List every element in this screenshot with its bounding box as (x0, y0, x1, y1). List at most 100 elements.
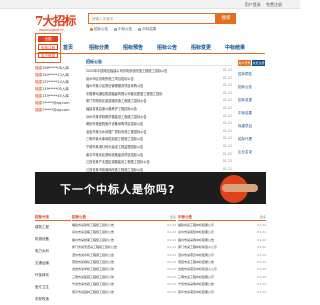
list-item[interactable]: 龙岩市某学校工程施工招标公告 01-22 (72, 265, 176, 272)
list-item[interactable]: 莆田市某医院医疗设备采购项目招标公告 01-22 (86, 119, 232, 127)
nav-item-notice[interactable]: 招标公告 (157, 44, 177, 51)
list-item-title[interactable]: 莆田市某绿化工程施工招标公告 (72, 260, 154, 264)
sidebar-link[interactable]: 招标公告 (238, 81, 266, 94)
more-link[interactable]: 更多 (260, 215, 266, 219)
list-item-title[interactable]: 2020年中国电信福建公司供电系统改造工程施工招标公告 (86, 68, 204, 73)
list-item[interactable]: 三明市某工程中标结果公示 01-22 (178, 273, 266, 280)
list-item-title[interactable]: 福建省某工程中标结果公示 (178, 223, 246, 227)
list-item[interactable]: 中国移动通信集团福建有限公司基站配套工程施工招标 01-22 (86, 89, 232, 97)
search-input[interactable]: 请输入关键词 (88, 13, 216, 24)
sidebar-link[interactable]: 中标结果 (238, 107, 266, 120)
list-item[interactable]: 龙岩市某项目中标候选人公示 01-22 (178, 265, 266, 272)
nav-item-home[interactable]: 首页 (63, 44, 73, 51)
list-item-title[interactable]: 泉州市区供电所施工项目招标公告 (86, 76, 204, 81)
promo-banner[interactable]: 下一个中标人是你吗? (35, 172, 266, 204)
list-item[interactable]: 福建省某建筑工程施工招标公告 01-22 (72, 221, 176, 228)
list-item-title[interactable]: 莆田市某医院医疗设备采购项目招标公告 (86, 121, 204, 126)
category-item[interactable]: 环保绿化 (35, 269, 71, 281)
radio-award-result[interactable]: 中标结果 (138, 27, 156, 32)
category-item[interactable]: 机械设备 (35, 233, 71, 245)
list-item[interactable]: 龙岩市某污水处理厂提标改造工程招标公告 01-22 (86, 127, 232, 135)
list-item[interactable]: 泉州市某道路工程施工招标公告 01-22 (72, 228, 176, 235)
list-item[interactable]: 泉州市某项目中标结果公示 01-22 (178, 228, 266, 235)
list-item[interactable]: 江西省某产业园区道路建设工程施工招标公告 01-22 (86, 157, 232, 165)
nav-item-result[interactable]: 中标结果 (225, 44, 245, 51)
list-item-title[interactable]: 莆田市某工程中标结果公告 (178, 260, 246, 264)
list-item[interactable]: 厦门市翔安区某道路改造工程施工招标公告 01-22 (86, 96, 232, 104)
list-item-title[interactable]: 泉州市某项目中标结果公示 (178, 230, 246, 234)
list-item-title[interactable]: 福州市某采购中标结果公告 (178, 238, 246, 242)
category-item[interactable]: 医疗卫生 (35, 281, 71, 293)
list-item[interactable]: 福建省某高速公路养护工程招标公告 01-22 (86, 104, 232, 112)
list-item[interactable]: 2020年中国电信福建公司供电系统改造工程施工招标公告 01-22 (86, 66, 232, 74)
more-link[interactable]: 更多 (170, 215, 176, 219)
list-item[interactable]: 南平市某项目中标结果公示 01-22 (178, 288, 266, 295)
list-item[interactable]: 三明市某水库除险加固工程施工招标公告 01-22 (86, 134, 232, 142)
list-item[interactable]: 福州市某桥梁工程施工招标公告 01-22 (72, 236, 176, 243)
list-item[interactable]: 漳州市某项目中标结果公示 01-22 (178, 251, 266, 258)
radio-tender-notice[interactable]: 招标公告 (90, 27, 108, 32)
list-item[interactable]: 莆田市某工程中标结果公告 01-22 (178, 258, 266, 265)
list-item[interactable]: 厦门市某安置房工程施工招标公告 01-22 (72, 243, 176, 250)
list-item[interactable]: 漳州市某水利工程施工招标公告 01-22 (72, 251, 176, 258)
list-item-title[interactable]: 龙岩市某污水处理厂提标改造工程招标公告 (86, 129, 204, 134)
sidebar-register-button[interactable]: 免费注册 (252, 60, 265, 66)
list-item[interactable]: 泉州市区供电所施工项目招标公告 01-22 (86, 74, 232, 82)
list-item[interactable]: 漳州市某学校教学楼建设工程施工招标公告 01-22 (86, 112, 232, 120)
list-item[interactable]: 宁德市某市政工程施工招标公告 01-22 (72, 280, 176, 287)
login-link[interactable]: 用户登录 (245, 2, 261, 7)
list-item-title[interactable]: 南平市某园林工程施工招标公告 (72, 290, 154, 294)
register-link[interactable]: 免费注册 (266, 2, 282, 7)
nav-item-category[interactable]: 招标分类 (89, 44, 109, 51)
list-item-title[interactable]: 漳州市某学校教学楼建设工程施工招标公告 (86, 114, 204, 119)
list-item-title[interactable]: 三明市某医院工程施工招标公告 (72, 275, 154, 279)
category-item[interactable]: 建筑工程 (35, 221, 71, 233)
list-item[interactable]: 福州市某小区物业管理服务项目采购公告 01-22 (86, 81, 232, 89)
sidebar-login-button[interactable]: 用户登录 (238, 60, 251, 66)
list-item-title[interactable]: 南平市某项目中标结果公示 (178, 290, 246, 294)
list-item-title[interactable]: 厦门市翔安区某道路改造工程施工招标公告 (86, 98, 204, 103)
sidebar-link[interactable]: 招标预告 (238, 68, 266, 81)
region-all-button[interactable]: 全国 (38, 36, 58, 42)
nav-item-change[interactable]: 招标变更 (191, 44, 211, 51)
nav-item-preview[interactable]: 招标预告 (123, 44, 143, 51)
list-item[interactable]: 南平市某景区基础设施建设项目招标公告 01-22 (86, 150, 232, 158)
list-item[interactable]: 莆田市某绿化工程施工招标公告 01-22 (72, 258, 176, 265)
category-item[interactable]: 交通运输 (35, 257, 71, 269)
list-item[interactable]: 福建省某工程中标结果公示 01-22 (178, 221, 266, 228)
radio-award-notice[interactable]: 中标公告 (114, 27, 132, 32)
list-item-title[interactable]: 宁德市某采购中标结果公告 (178, 282, 246, 286)
sidebar-link[interactable]: 招标变更 (238, 94, 266, 107)
list-item-title[interactable]: 宁德市某市政工程施工招标公告 (72, 282, 154, 286)
list-item-title[interactable]: 泉州市某道路工程施工招标公告 (72, 230, 154, 234)
list-item[interactable]: 福州市某采购中标结果公告 01-22 (178, 236, 266, 243)
list-item[interactable]: 宁德市某港口码头建设工程监理招标公告 01-22 (86, 142, 232, 150)
list-item-title[interactable]: 三明市某水库除险加固工程施工招标公告 (86, 136, 204, 141)
list-item-title[interactable]: 厦门市某安置房工程施工招标公告 (72, 245, 154, 249)
list-item-title[interactable]: 厦门市某工程中标候选人公示 (178, 245, 246, 249)
list-item-title[interactable]: 宁德市某港口码头建设工程监理招标公告 (86, 144, 204, 149)
list-item[interactable]: 宁德市某采购中标结果公告 01-22 (178, 280, 266, 287)
category-item[interactable]: 电力水利 (35, 245, 71, 257)
list-item-title[interactable]: 福州市某桥梁工程施工招标公告 (72, 238, 154, 242)
region-register-button[interactable]: 免费注册 (38, 44, 58, 50)
list-item[interactable]: 南平市某园林工程施工招标公告 01-22 (72, 288, 176, 295)
list-item-title[interactable]: 福州市某小区物业管理服务项目采购公告 (86, 83, 204, 88)
list-item-title[interactable]: 福建省某建筑工程施工招标公告 (72, 223, 154, 227)
list-item-title[interactable]: 江西省某市政管网改造工程施工招标公告 (86, 167, 204, 172)
list-item-title[interactable]: 龙岩市某学校工程施工招标公告 (72, 267, 154, 271)
list-item-title[interactable]: 三明市某工程中标结果公示 (178, 275, 246, 279)
list-item[interactable]: 厦门市某工程中标候选人公示 01-22 (178, 243, 266, 250)
sidebar-link[interactable]: 拟建项目 (238, 120, 266, 133)
search-button[interactable]: 搜索 (216, 13, 236, 24)
sidebar-link[interactable]: 企业名录 (238, 146, 266, 159)
list-item-title[interactable]: 福建省某高速公路养护工程招标公告 (86, 106, 204, 111)
category-item[interactable]: 农林牧渔 (35, 293, 71, 305)
list-item-title[interactable]: 漳州市某项目中标结果公示 (178, 253, 246, 257)
list-item-title[interactable]: 南平市某景区基础设施建设项目招标公告 (86, 152, 204, 157)
list-item-title[interactable]: 中国移动通信集团福建有限公司基站配套工程施工招标 (86, 91, 204, 96)
list-item-title[interactable]: 江西省某产业园区道路建设工程施工招标公告 (86, 159, 204, 164)
list-item-title[interactable]: 漳州市某水利工程施工招标公告 (72, 253, 154, 257)
list-item-title[interactable]: 龙岩市某项目中标候选人公示 (178, 267, 246, 271)
list-item[interactable]: 三明市某医院工程施工招标公告 01-22 (72, 273, 176, 280)
